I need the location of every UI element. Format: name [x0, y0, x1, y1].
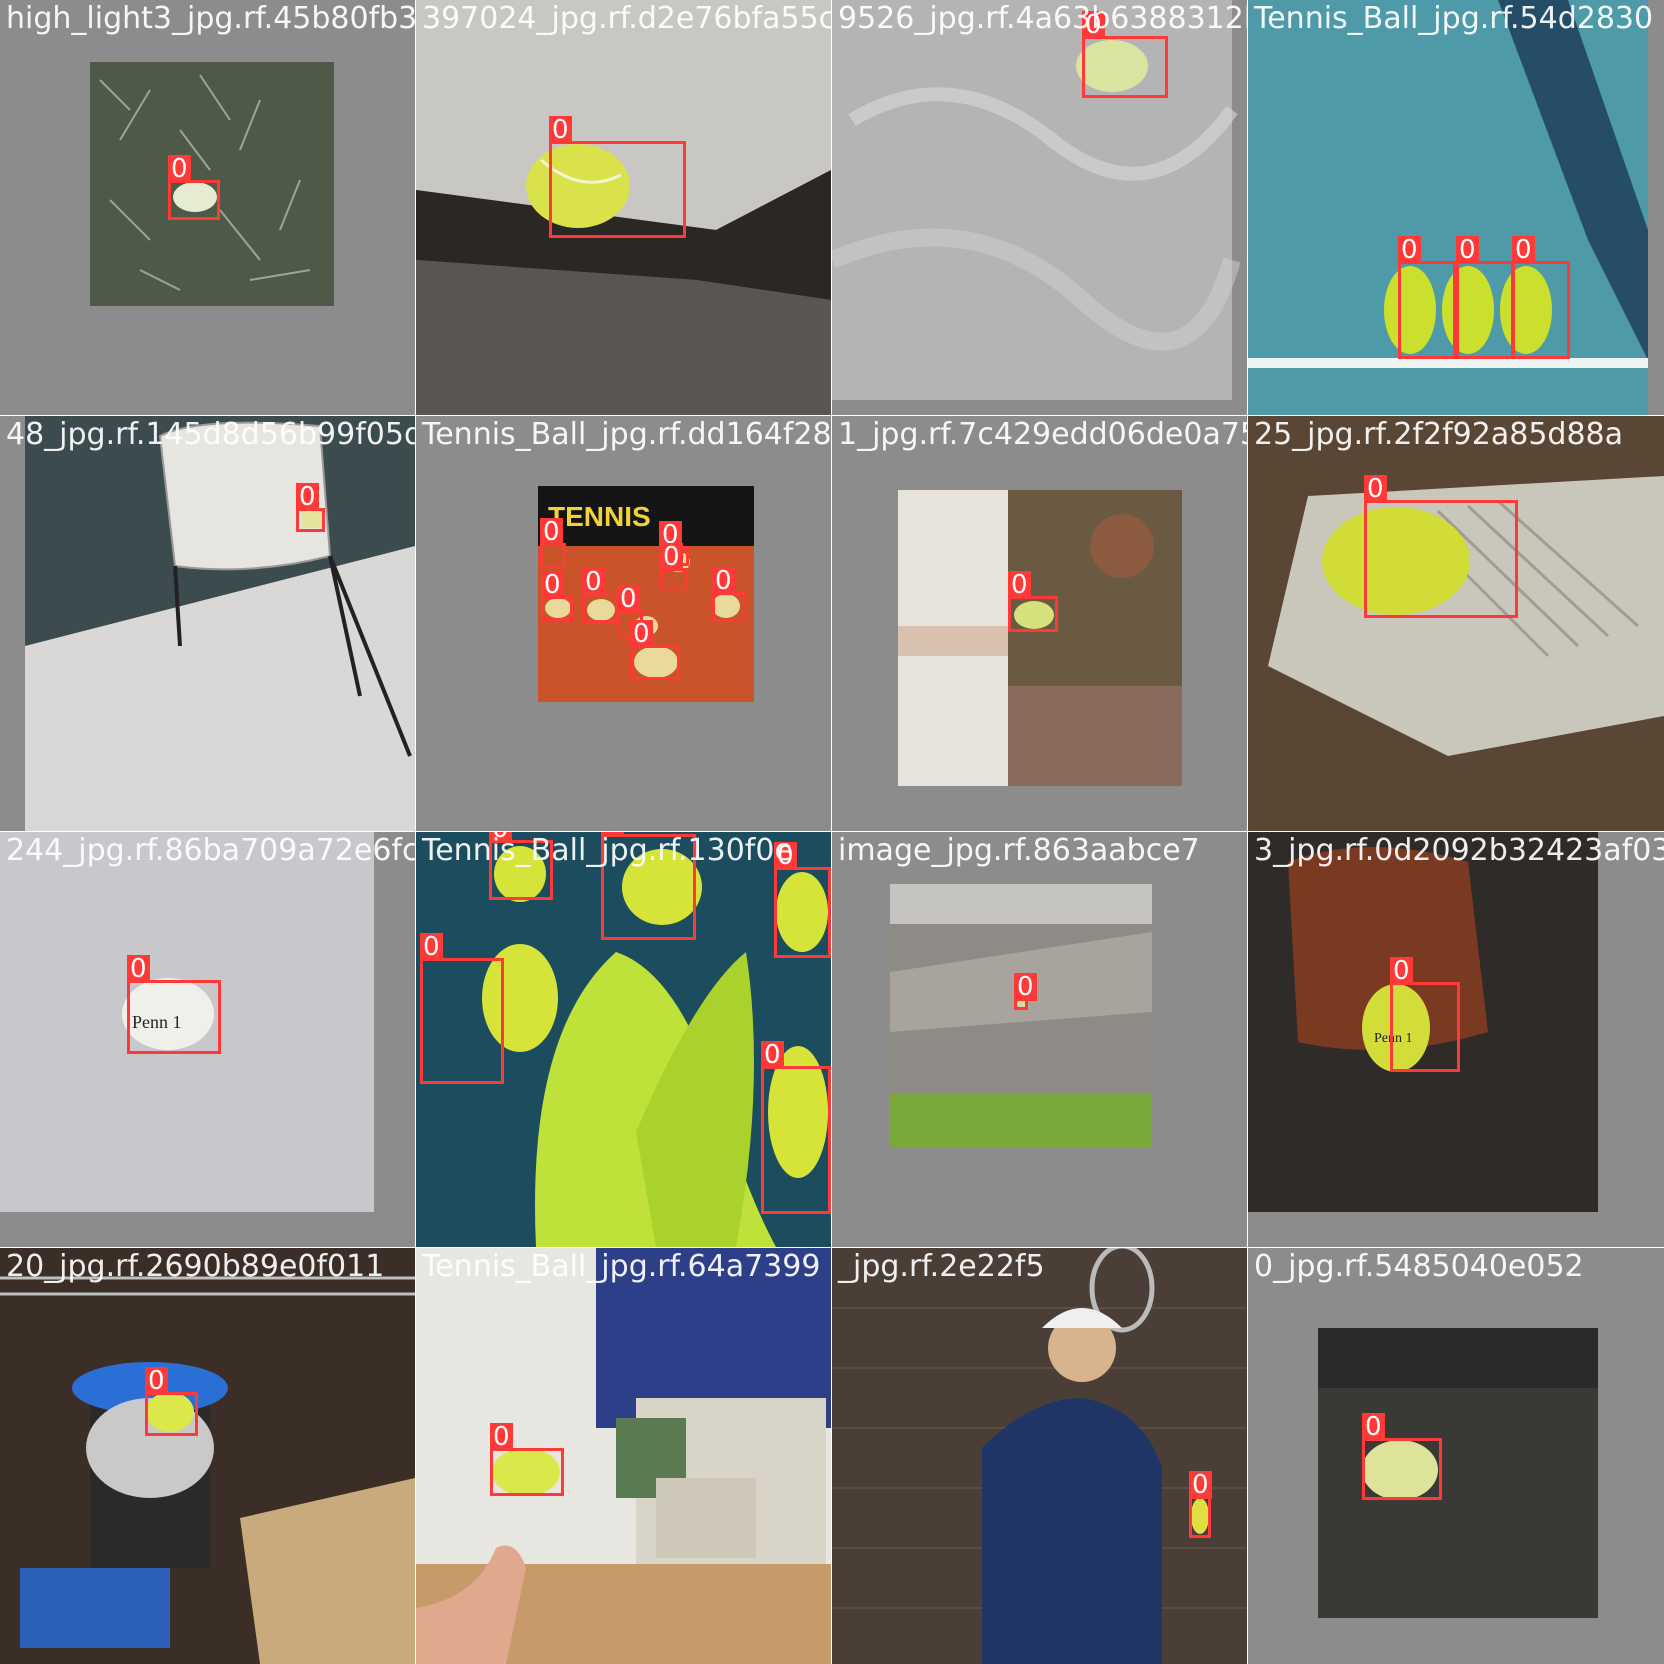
detection-box: 0: [1189, 1471, 1212, 1538]
class-label: 0: [420, 933, 443, 961]
detection-box: 0: [582, 568, 618, 623]
detection-box: 0: [1014, 973, 1037, 1010]
detection-box: 0: [601, 832, 696, 940]
detection-box: 0: [774, 842, 831, 958]
detection-box: 0: [489, 832, 553, 900]
class-label: 0: [127, 955, 150, 983]
detection-box: 0: [1390, 957, 1460, 1072]
class-label: 0: [1082, 11, 1105, 39]
detection-box: 0: [761, 1041, 831, 1214]
detection-box: 0: [549, 116, 686, 238]
svg-text:TENNIS: TENNIS: [548, 501, 651, 532]
detection-box: 0: [420, 933, 504, 1084]
tile-2: 0 397024_jpg.rf.d2e76bfa55c3894c: [416, 0, 831, 415]
class-label: 0: [774, 842, 797, 870]
detection-box: 0: [1512, 236, 1570, 359]
tile-image: [832, 0, 1247, 415]
class-label: 0: [145, 1367, 168, 1395]
detection-box: 0: [145, 1367, 198, 1436]
tile-image: [1248, 416, 1664, 831]
detection-box: 0: [1398, 236, 1456, 359]
class-label: 0: [630, 620, 653, 648]
detection-box: 0: [1362, 1413, 1442, 1500]
tile-7: 0 1_jpg.rf.7c429edd06de0a75: [832, 416, 1247, 831]
detection-box: 0: [1456, 236, 1514, 359]
detection-box: 0: [296, 483, 325, 532]
tile-3: 0 9526_jpg.rf.4a63b6388312b7: [832, 0, 1247, 415]
class-label: 0: [712, 567, 735, 595]
class-label: 0: [1362, 1413, 1385, 1441]
class-label: 0: [582, 568, 605, 596]
tile-image: [416, 1248, 831, 1664]
class-label: 0: [1189, 1471, 1212, 1499]
class-label: 0: [549, 116, 572, 144]
class-label: 0: [489, 832, 512, 843]
tile-4: 0 0 0 Tennis_Ball_jpg.rf.54d2830: [1248, 0, 1664, 415]
class-label: 0: [1364, 475, 1387, 503]
class-label: 0: [1512, 236, 1535, 264]
tile-1: 0 high_light3_jpg.rf.45b80fb32: [0, 0, 415, 415]
detection-box: 0: [1082, 11, 1168, 98]
tile-13: 0 20_jpg.rf.2690b89e0f011: [0, 1248, 415, 1664]
class-label: 0: [168, 155, 191, 183]
tile-16: 0 0_jpg.rf.5485040e052: [1248, 1248, 1664, 1664]
tile-image: [832, 1248, 1247, 1664]
class-label: 0: [660, 543, 683, 571]
detection-box: 0: [541, 571, 573, 621]
tile-15: 0 _jpg.rf.2e22f5: [832, 1248, 1247, 1664]
tile-14: 0 Tennis_Ball_jpg.rf.64a7399: [416, 1248, 831, 1664]
tile-5: 0 48_jpg.rf.145d8d56b99f05d52: [0, 416, 415, 831]
tile-10: 0 0 0 0 0 Tennis_Ball_jpg.rf.130f0e: [416, 832, 831, 1247]
class-label: 0: [541, 571, 564, 599]
class-label: 0: [1456, 236, 1479, 264]
detection-box: 0: [660, 543, 688, 590]
class-label: 0: [1390, 957, 1413, 985]
detection-box: 0: [127, 955, 221, 1054]
tile-image: [832, 832, 1247, 1247]
detection-box: 0: [490, 1423, 564, 1496]
detection-mosaic: 0 high_light3_jpg.rf.45b80fb32 0 397024_…: [0, 0, 1664, 1664]
tile-12: Penn 1 0 3_jpg.rf.0d2092b32423af03: [1248, 832, 1664, 1247]
class-label: 0: [1008, 571, 1031, 599]
class-label: 0: [296, 483, 319, 511]
detection-box: 0: [630, 620, 680, 680]
tile-image: [0, 416, 415, 831]
class-label: 0: [601, 832, 624, 837]
detection-box: 0: [168, 155, 220, 220]
class-label: 0: [1014, 973, 1037, 1001]
class-label: 0: [490, 1423, 513, 1451]
class-label: 0: [617, 585, 640, 613]
class-label: 0: [761, 1041, 784, 1069]
class-label: 0: [540, 518, 563, 546]
tile-8: 0 25_jpg.rf.2f2f92a85d88a: [1248, 416, 1664, 831]
tile-6: TENNIS 0 0 0 0 0 0 0 0 Tennis_Ball_jpg.r…: [416, 416, 831, 831]
detection-box: 0: [1008, 571, 1058, 632]
detection-box: 0: [1364, 475, 1518, 618]
tile-image: [0, 1248, 415, 1664]
tile-11: 0 image_jpg.rf.863aabce7: [832, 832, 1247, 1247]
class-label: 0: [1398, 236, 1421, 264]
detection-box: 0: [540, 518, 566, 568]
tile-9: Penn 1 0 244_jpg.rf.86ba709a72e6fc4: [0, 832, 415, 1247]
tile-image: [1248, 1248, 1664, 1664]
detection-box: 0: [712, 567, 746, 622]
